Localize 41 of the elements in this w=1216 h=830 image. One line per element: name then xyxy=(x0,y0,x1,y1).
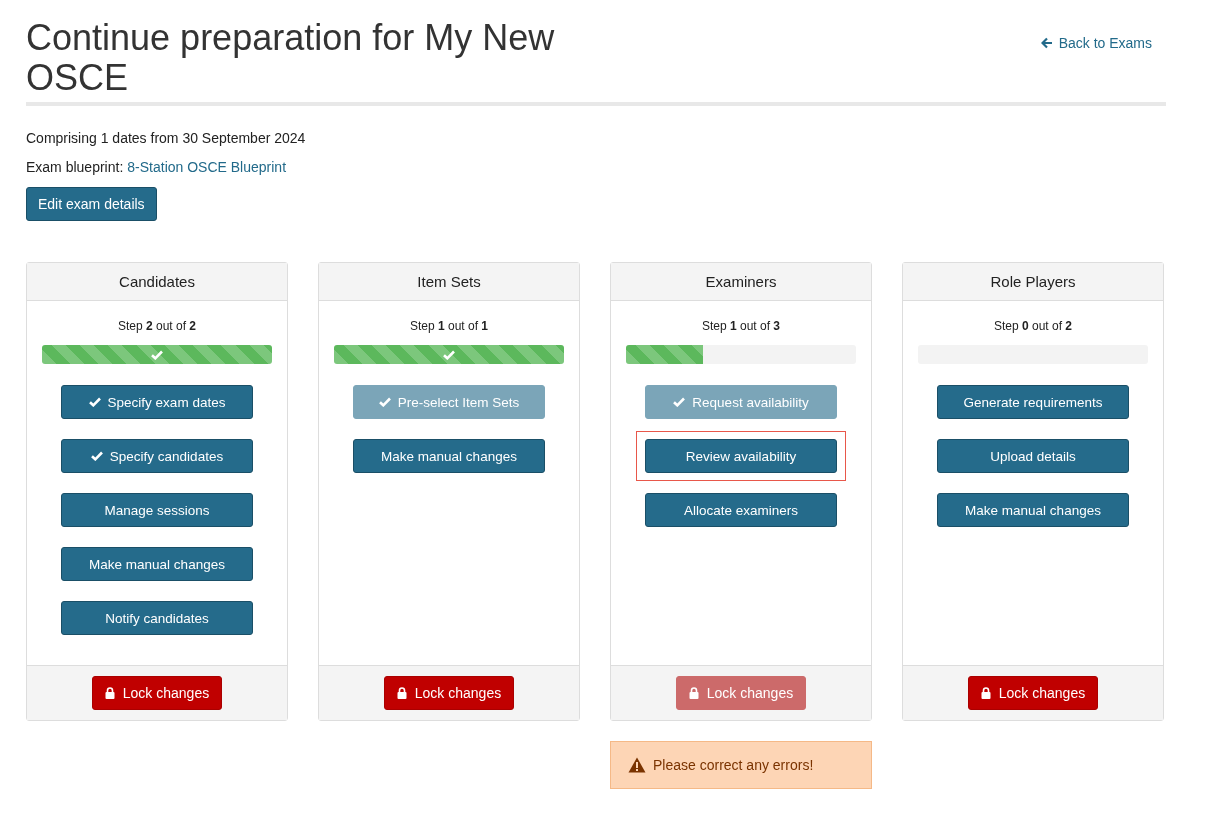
arrow-left-icon xyxy=(1040,37,1053,49)
lock-icon xyxy=(980,687,991,699)
step-button[interactable]: Upload details xyxy=(937,439,1129,473)
lock-changes-button[interactable]: Lock changes xyxy=(383,676,515,710)
alert-message: Please correct any errors! xyxy=(653,757,814,773)
check-icon xyxy=(443,349,455,360)
step-button[interactable]: Notify candidates xyxy=(61,601,253,635)
step-button[interactable]: Make manual changes xyxy=(353,439,545,473)
step-counter: Step 1 out of 3 xyxy=(701,319,781,333)
warning-icon xyxy=(628,757,646,773)
check-icon xyxy=(151,349,163,360)
step-button[interactable]: Make manual changes xyxy=(61,547,253,581)
card-title: Item Sets xyxy=(319,263,579,301)
step-counter: Step 1 out of 1 xyxy=(409,319,489,333)
step-button[interactable]: Review availability xyxy=(645,439,837,473)
step-counter: Step 0 out of 2 xyxy=(993,319,1073,333)
card-title: Examiners xyxy=(611,263,871,301)
step-counter: Step 2 out of 2 xyxy=(117,319,197,333)
edit-exam-button[interactable]: Edit exam details xyxy=(26,187,157,221)
card-title: Role Players xyxy=(903,263,1163,301)
blueprint-link[interactable]: 8-Station OSCE Blueprint xyxy=(127,159,287,175)
lock-icon xyxy=(688,687,699,699)
check-icon xyxy=(378,397,391,407)
lock-icon xyxy=(104,687,115,699)
exam-summary: Comprising 1 dates from 30 September 2024 xyxy=(26,130,307,146)
step-button[interactable]: Specify exam dates xyxy=(61,385,253,419)
lock-icon xyxy=(396,687,407,699)
step-button[interactable]: Manage sessions xyxy=(61,493,253,527)
step-button[interactable]: Generate requirements xyxy=(937,385,1129,419)
lock-changes-button[interactable]: Lock changes xyxy=(91,676,223,710)
step-button[interactable]: Allocate examiners xyxy=(645,493,837,527)
back-link[interactable]: Back to Exams xyxy=(1040,35,1152,51)
card-title: Candidates xyxy=(27,263,287,301)
check-icon xyxy=(88,397,101,407)
lock-changes-button[interactable]: Lock changes xyxy=(967,676,1099,710)
page-title: Continue preparation for My New OSCE xyxy=(26,18,556,98)
blueprint-label: Exam blueprint: xyxy=(26,159,124,175)
step-button[interactable]: Make manual changes xyxy=(937,493,1129,527)
step-button[interactable]: Specify candidates xyxy=(61,439,253,473)
check-icon xyxy=(90,451,103,461)
check-icon xyxy=(673,397,686,407)
